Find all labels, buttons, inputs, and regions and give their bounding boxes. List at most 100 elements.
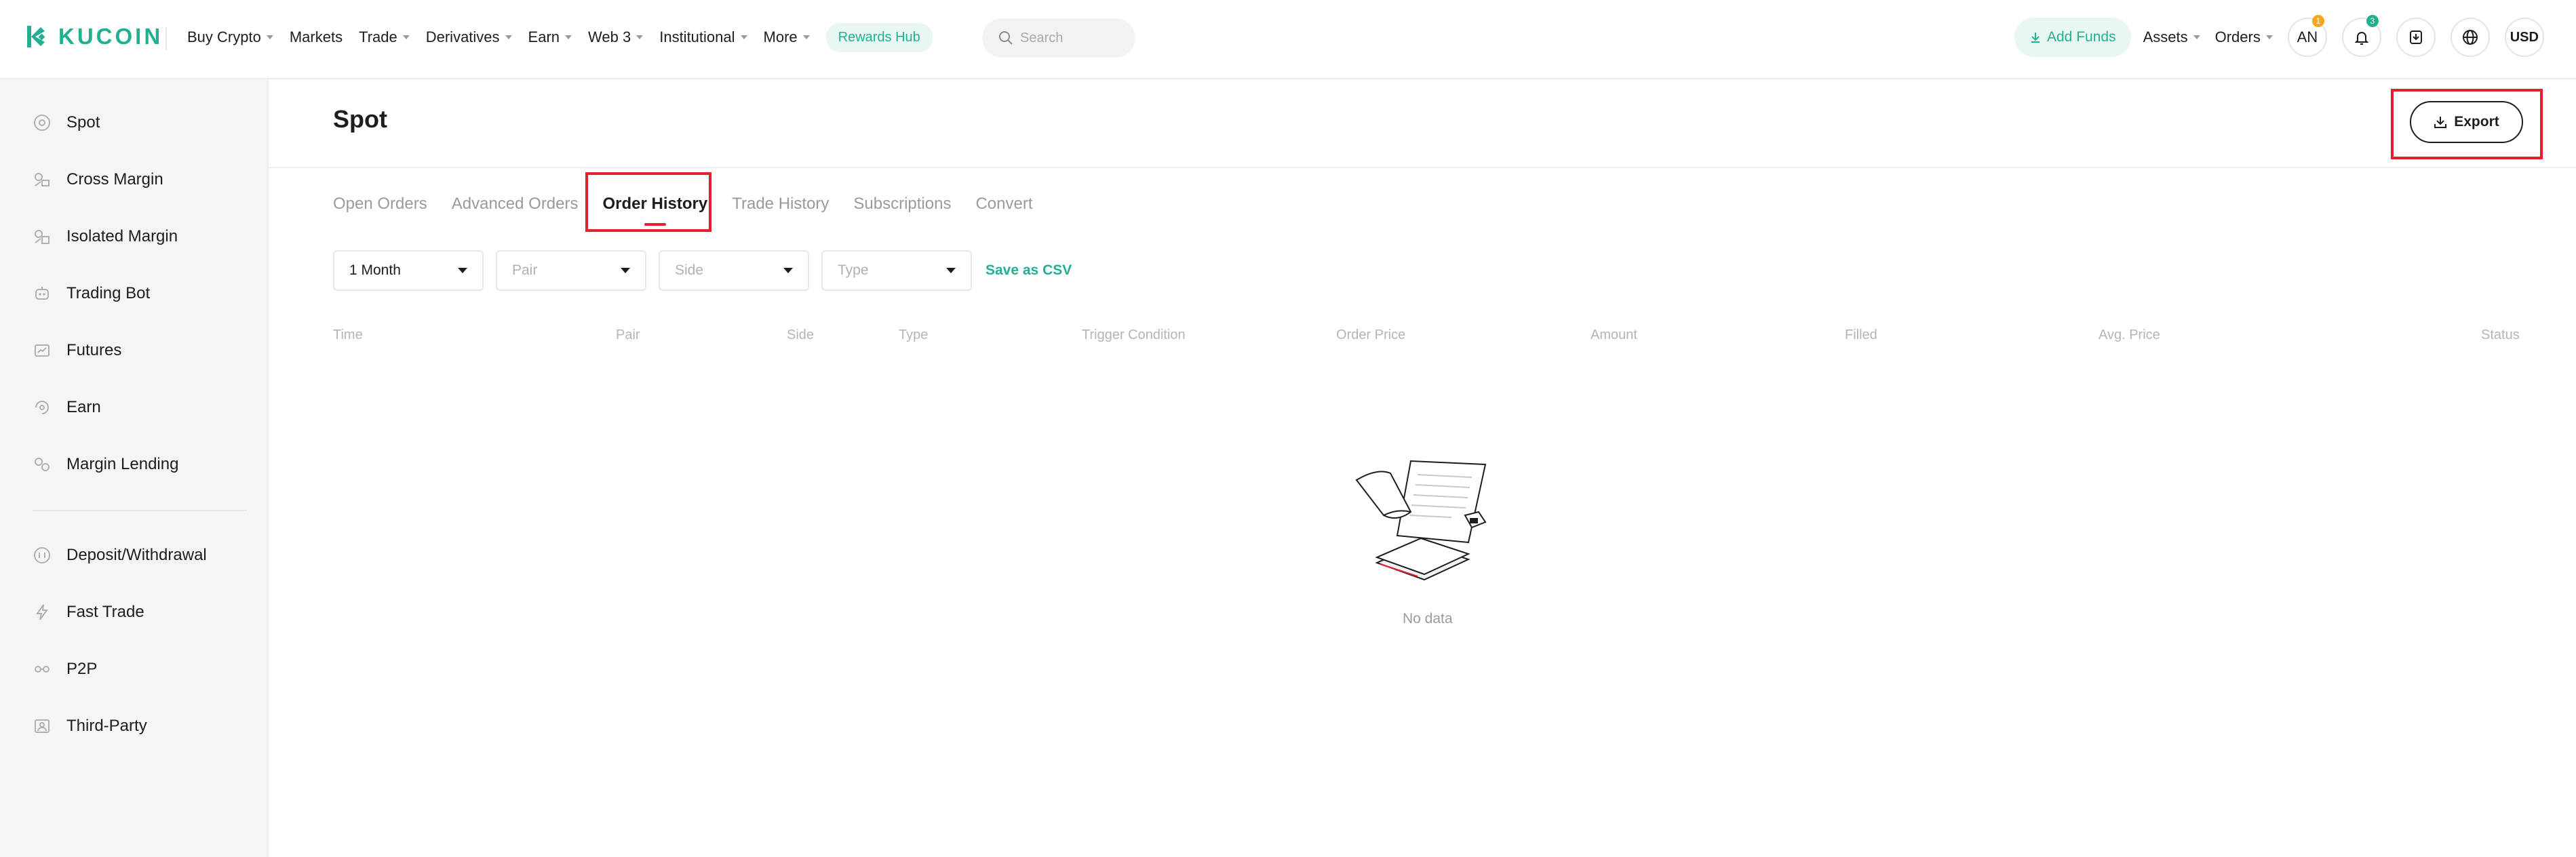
sidebar-item-label: Fast Trade xyxy=(66,603,144,621)
side-select[interactable]: Side xyxy=(659,250,809,291)
empty-state-illustration xyxy=(1350,447,1499,586)
currency-button[interactable]: USD xyxy=(2504,18,2544,57)
sidebar-item-isolated-margin[interactable]: Isolated Margin xyxy=(33,227,178,246)
download-icon xyxy=(2031,33,2040,43)
tab-advanced-orders[interactable]: Advanced Orders xyxy=(452,195,579,214)
app-download-button[interactable] xyxy=(2396,18,2436,57)
chevron-down-icon xyxy=(266,35,273,39)
sidebar-item-label: Cross Margin xyxy=(66,170,163,188)
assets-label: Assets xyxy=(2143,28,2188,45)
earn-icon xyxy=(33,398,52,417)
logo-divider xyxy=(165,27,167,50)
language-button[interactable] xyxy=(2450,18,2490,57)
sidebar-item-third-party[interactable]: Third-Party xyxy=(33,717,147,736)
caret-down-icon xyxy=(458,268,467,273)
tab-subscriptions[interactable]: Subscriptions xyxy=(853,195,951,214)
cross-margin-icon xyxy=(33,170,52,189)
kucoin-logo[interactable]: KUCOIN xyxy=(24,23,163,50)
nav-buy-crypto[interactable]: Buy Crypto xyxy=(187,28,273,46)
sidebar-item-label: Earn xyxy=(66,398,101,416)
chevron-down-icon xyxy=(565,35,572,39)
save-as-csv-link[interactable]: Save as CSV xyxy=(985,262,1072,279)
sidebar-item-fast-trade[interactable]: Fast Trade xyxy=(33,603,144,622)
column-header-order-price: Order Price xyxy=(1336,327,1406,342)
download-app-icon xyxy=(2409,31,2422,44)
sidebar-item-spot[interactable]: Spot xyxy=(33,113,100,132)
sidebar-item-margin-lending[interactable]: Margin Lending xyxy=(33,455,178,474)
deposit-withdrawal-icon xyxy=(33,546,52,565)
sidebar-item-p2p[interactable]: P2P xyxy=(33,660,97,679)
period-value: 1 Month xyxy=(349,262,401,278)
top-navigation-bar: KUCOIN Buy Crypto Markets Trade Derivati… xyxy=(0,0,2576,79)
empty-documents-icon xyxy=(1355,460,1487,581)
column-header-trigger-condition: Trigger Condition xyxy=(1082,327,1186,342)
nav-label: Institutional xyxy=(659,28,735,45)
sidebar-item-trading-bot[interactable]: Trading Bot xyxy=(33,284,150,303)
sidebar: Spot Cross Margin Isolated Margin Tradin… xyxy=(0,79,269,857)
sidebar-item-deposit-withdrawal[interactable]: Deposit/Withdrawal xyxy=(33,546,207,565)
tab-convert[interactable]: Convert xyxy=(975,195,1032,214)
column-header-side: Side xyxy=(787,327,815,342)
avatar-initials: AN xyxy=(2297,28,2318,45)
main-menu: Buy Crypto Markets Trade Derivatives Ear… xyxy=(187,0,949,75)
nav-label: Markets xyxy=(289,28,343,45)
caret-down-icon xyxy=(946,268,956,273)
chevron-down-icon xyxy=(505,35,512,39)
nav-earn[interactable]: Earn xyxy=(528,28,572,46)
column-header-amount: Amount xyxy=(1591,327,1637,342)
sidebar-item-earn[interactable]: Earn xyxy=(33,398,101,417)
sidebar-item-label: Futures xyxy=(66,341,122,359)
column-header-pair: Pair xyxy=(616,327,640,342)
notifications-button[interactable]: 3 xyxy=(2341,15,2381,57)
nav-label: Web 3 xyxy=(588,28,631,45)
avatar-badge: 1 xyxy=(2311,15,2324,27)
lightning-icon xyxy=(33,603,52,622)
nav-markets[interactable]: Markets xyxy=(290,28,343,46)
margin-lending-icon xyxy=(33,455,52,474)
rewards-hub-button[interactable]: Rewards Hub xyxy=(825,22,933,52)
column-header-time: Time xyxy=(333,327,363,342)
nav-label: Earn xyxy=(528,28,560,45)
nav-derivatives[interactable]: Derivatives xyxy=(426,28,512,46)
type-select[interactable]: Type xyxy=(821,250,972,291)
column-header-status: Status xyxy=(2481,327,2520,342)
sidebar-item-label: Spot xyxy=(66,113,100,132)
add-funds-button[interactable]: Add Funds xyxy=(2014,18,2131,57)
chevron-down-icon xyxy=(2265,35,2273,39)
period-select[interactable]: 1 Month xyxy=(333,250,484,291)
orders-menu[interactable]: Orders xyxy=(2215,28,2273,46)
third-party-icon xyxy=(33,717,52,736)
orders-label: Orders xyxy=(2214,28,2261,45)
pair-select[interactable]: Pair xyxy=(496,250,646,291)
search-input[interactable]: Search xyxy=(982,18,1135,58)
sidebar-divider xyxy=(33,510,247,511)
filter-bar: 1 Month Pair Side Type Save as CSV xyxy=(333,250,1072,291)
nav-label: Buy Crypto xyxy=(187,28,261,45)
trading-bot-icon xyxy=(33,284,52,303)
type-placeholder: Type xyxy=(838,262,869,278)
column-header-type: Type xyxy=(899,327,929,342)
sidebar-item-cross-margin[interactable]: Cross Margin xyxy=(33,170,163,189)
p2p-icon xyxy=(33,660,52,679)
futures-icon xyxy=(33,341,52,360)
nav-more[interactable]: More xyxy=(764,28,810,46)
nav-web3[interactable]: Web 3 xyxy=(588,28,644,46)
nav-institutional[interactable]: Institutional xyxy=(659,28,747,46)
tab-open-orders[interactable]: Open Orders xyxy=(333,195,427,214)
tab-trade-history[interactable]: Trade History xyxy=(732,195,829,214)
pair-placeholder: Pair xyxy=(512,262,538,278)
side-placeholder: Side xyxy=(675,262,704,278)
notification-badge: 3 xyxy=(2366,15,2379,27)
sidebar-item-label: Trading Bot xyxy=(66,284,151,302)
caret-down-icon xyxy=(783,268,793,273)
nav-label: More xyxy=(763,28,798,45)
account-nav: Add Funds Assets Orders AN 1 3 USD xyxy=(2014,0,2544,75)
nav-trade[interactable]: Trade xyxy=(359,28,410,46)
avatar[interactable]: AN 1 xyxy=(2287,15,2327,57)
sidebar-item-futures[interactable]: Futures xyxy=(33,341,121,360)
chevron-down-icon xyxy=(2193,35,2200,39)
sidebar-item-label: Isolated Margin xyxy=(66,227,178,245)
assets-menu[interactable]: Assets xyxy=(2143,28,2200,46)
sidebar-item-label: Deposit/Withdrawal xyxy=(66,546,207,564)
search-icon xyxy=(999,31,1013,45)
